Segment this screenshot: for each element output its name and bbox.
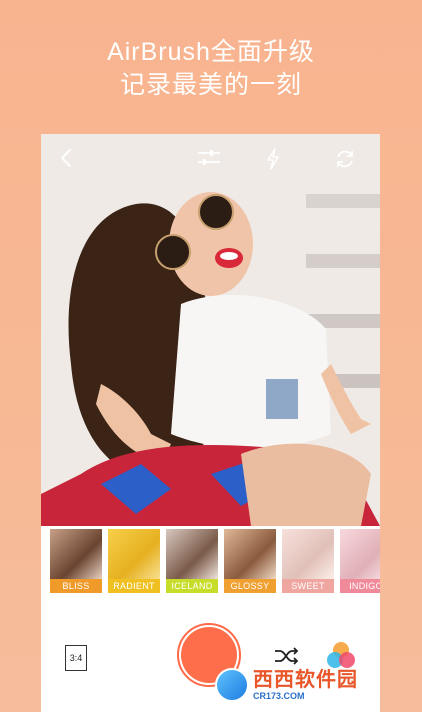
back-icon bbox=[61, 149, 71, 167]
aspect-ratio-button[interactable]: 3:4 bbox=[65, 645, 87, 671]
preview-photo bbox=[41, 134, 380, 526]
camera-preview[interactable] bbox=[41, 134, 380, 526]
back-button[interactable] bbox=[59, 148, 87, 176]
adjust-sliders-icon bbox=[198, 150, 220, 165]
filter-thumb bbox=[340, 529, 380, 579]
filter-glossy[interactable]: GLOSSY bbox=[224, 529, 276, 595]
filter-radient[interactable]: RADIENT bbox=[108, 529, 160, 595]
filter-thumb bbox=[282, 529, 334, 579]
filter-thumb bbox=[224, 529, 276, 579]
adjust-button[interactable] bbox=[197, 148, 225, 176]
promo-header: AirBrush全面升级 记录最美的一刻 bbox=[0, 36, 422, 102]
promo-line-2: 记录最美的一刻 bbox=[119, 71, 302, 99]
filter-label: INDIGO bbox=[340, 579, 380, 593]
filter-bliss[interactable]: BLISS bbox=[50, 529, 102, 595]
filter-label: SWEET bbox=[282, 579, 334, 593]
filter-strip: BLISS RADIENT ICELAND GLOSSY SWEET INDIG… bbox=[41, 529, 380, 595]
filter-label: ICELAND bbox=[166, 579, 218, 593]
watermark-text: 西西软件园 CR173.COM bbox=[253, 669, 358, 702]
promo-line-1: AirBrush全面升级 bbox=[107, 38, 315, 66]
switch-camera-icon bbox=[337, 150, 353, 168]
filter-label: RADIENT bbox=[108, 579, 160, 593]
camera-toolbar bbox=[41, 148, 380, 176]
filter-thumb bbox=[50, 529, 102, 579]
phone-screen: BLISS RADIENT ICELAND GLOSSY SWEET INDIG… bbox=[41, 134, 380, 712]
filter-thumb bbox=[166, 529, 218, 579]
site-watermark: 西西软件园 CR173.COM bbox=[215, 664, 405, 706]
watermark-name: 西西软件园 bbox=[253, 668, 358, 691]
filter-iceland[interactable]: ICELAND bbox=[166, 529, 218, 595]
filter-label: GLOSSY bbox=[224, 579, 276, 593]
filter-sweet[interactable]: SWEET bbox=[282, 529, 334, 595]
filter-label: BLISS bbox=[50, 579, 102, 593]
filter-thumb bbox=[108, 529, 160, 579]
watermark-logo-icon bbox=[215, 668, 249, 702]
flash-icon bbox=[267, 148, 279, 170]
switch-camera-button[interactable] bbox=[334, 148, 362, 176]
flash-button[interactable] bbox=[266, 148, 294, 176]
filter-indigo[interactable]: INDIGO bbox=[340, 529, 380, 595]
watermark-url: CR173.COM bbox=[253, 690, 305, 701]
